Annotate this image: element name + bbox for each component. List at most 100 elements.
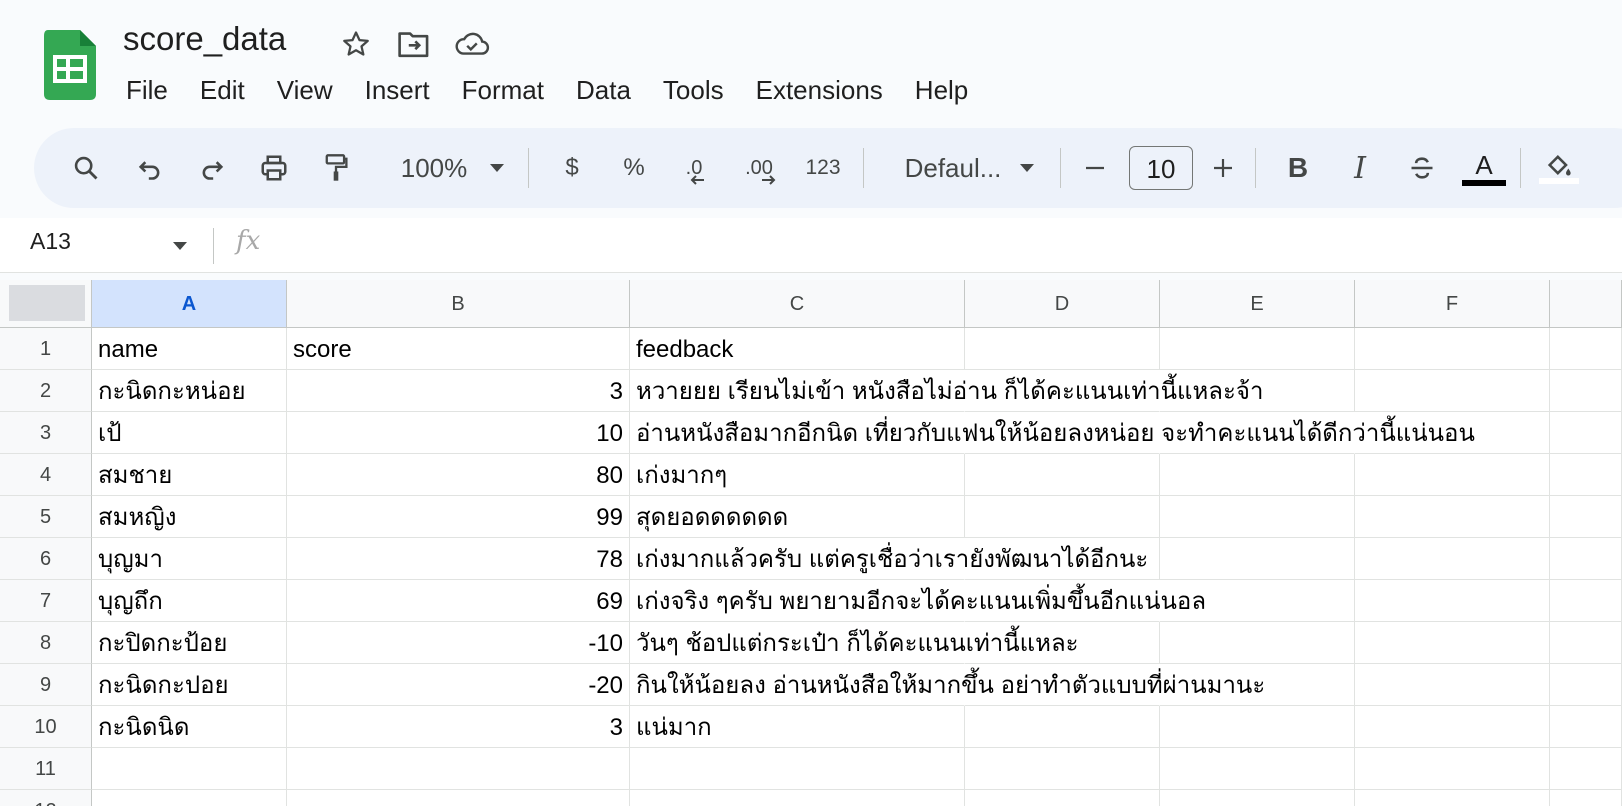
cell-c[interactable] (630, 748, 965, 790)
cell-a[interactable]: สมหญิง (92, 496, 287, 538)
cell-d[interactable] (965, 790, 1160, 806)
cell-e[interactable] (1160, 706, 1355, 748)
italic-button[interactable]: I (1340, 144, 1380, 192)
row-header[interactable]: 2 (0, 370, 92, 412)
row-header[interactable]: 1 (0, 328, 92, 370)
print-icon[interactable] (256, 144, 292, 192)
cell-d[interactable] (965, 496, 1160, 538)
menu-extensions[interactable]: Extensions (740, 72, 899, 108)
cell-c[interactable]: เก่งมากๆ (630, 454, 965, 496)
cell-c[interactable]: อ่านหนังสือมากอีกนิด เที่ยวกับแฟนให้น้อย… (630, 412, 1475, 454)
cell-a[interactable] (92, 790, 287, 806)
cell-g[interactable] (1550, 328, 1622, 370)
font-size-input[interactable]: 10 (1129, 146, 1193, 190)
cell-d[interactable] (965, 454, 1160, 496)
row-header[interactable]: 11 (0, 748, 92, 790)
cell-a[interactable]: กะนิดนิด (92, 706, 287, 748)
row-header[interactable]: 8 (0, 622, 92, 664)
row-header[interactable]: 3 (0, 412, 92, 454)
column-header-a[interactable]: A (92, 280, 287, 328)
cell-f[interactable] (1355, 538, 1550, 580)
cell-f[interactable] (1355, 706, 1550, 748)
more-formats-button[interactable]: 123 (797, 144, 849, 192)
decrease-font-size-button[interactable] (1077, 144, 1113, 192)
cell-b[interactable]: -20 (287, 664, 630, 706)
cell-e[interactable] (1160, 790, 1355, 806)
menu-format[interactable]: Format (446, 72, 560, 108)
row-header[interactable]: 9 (0, 664, 92, 706)
move-to-folder-icon[interactable] (396, 26, 432, 62)
decrease-decimal-button[interactable]: .0 (669, 144, 719, 192)
cell-e[interactable] (1160, 454, 1355, 496)
row-header[interactable]: 4 (0, 454, 92, 496)
cell-f[interactable] (1355, 328, 1550, 370)
cell-g[interactable] (1550, 412, 1622, 454)
cell-b[interactable]: 10 (287, 412, 630, 454)
cell-c[interactable]: สุดยอดดดดดด (630, 496, 965, 538)
undo-icon[interactable] (132, 144, 168, 192)
cell-f[interactable] (1355, 664, 1550, 706)
cell-a[interactable]: กะปิดกะป้อย (92, 622, 287, 664)
cell-e[interactable] (1160, 538, 1355, 580)
cell-b[interactable]: 80 (287, 454, 630, 496)
menu-edit[interactable]: Edit (184, 72, 261, 108)
cell-c[interactable]: กินให้น้อยลง อ่านหนังสือให้มากขึ้น อย่าท… (630, 664, 1265, 706)
cell-f[interactable] (1355, 580, 1550, 622)
cell-b[interactable] (287, 790, 630, 806)
row-header[interactable]: 7 (0, 580, 92, 622)
search-icon[interactable] (68, 144, 104, 192)
column-header-b[interactable]: B (287, 280, 630, 328)
cell-a[interactable]: เป้ (92, 412, 287, 454)
increase-font-size-button[interactable] (1205, 144, 1241, 192)
percent-format-button[interactable]: % (609, 144, 659, 192)
cell-a[interactable]: กะนิดกะหน่อย (92, 370, 287, 412)
zoom-select[interactable]: 100% (388, 144, 518, 192)
column-header-e[interactable]: E (1160, 280, 1355, 328)
cell-d[interactable] (965, 706, 1160, 748)
increase-decimal-button[interactable]: .00 (731, 144, 787, 192)
cell-g[interactable] (1550, 664, 1622, 706)
column-header-f[interactable]: F (1355, 280, 1550, 328)
cell-g[interactable] (1550, 454, 1622, 496)
paint-format-icon[interactable] (318, 144, 354, 192)
menu-insert[interactable]: Insert (349, 72, 446, 108)
cell-d[interactable] (965, 748, 1160, 790)
cell-b[interactable]: -10 (287, 622, 630, 664)
menu-data[interactable]: Data (560, 72, 647, 108)
cell-a[interactable]: สมชาย (92, 454, 287, 496)
cell-f[interactable] (1355, 496, 1550, 538)
cell-a[interactable]: name (92, 328, 287, 370)
cell-c[interactable]: วันๆ ช้อปแต่กระเป๋า ก็ได้คะแนนเท่านี้แหล… (630, 622, 1079, 664)
cell-f[interactable] (1355, 790, 1550, 806)
cell-b[interactable]: 78 (287, 538, 630, 580)
cell-f[interactable] (1355, 622, 1550, 664)
cell-b[interactable]: 69 (287, 580, 630, 622)
cell-a[interactable]: บุญถึก (92, 580, 287, 622)
column-header-c[interactable]: C (630, 280, 965, 328)
cell-e[interactable] (1160, 496, 1355, 538)
cell-b[interactable]: 3 (287, 706, 630, 748)
cell-a[interactable] (92, 748, 287, 790)
chevron-down-icon[interactable] (172, 238, 188, 256)
cell-b[interactable]: 3 (287, 370, 630, 412)
cell-c[interactable]: หวายยย เรียนไม่เข้า หนังสือไม่อ่าน ก็ได้… (630, 370, 1263, 412)
column-header-g[interactable] (1550, 280, 1622, 328)
cell-c[interactable]: เก่งจริง ๆครับ พยายามอีกจะได้คะแนนเพิ่มข… (630, 580, 1206, 622)
row-header[interactable]: 5 (0, 496, 92, 538)
column-header-d[interactable]: D (965, 280, 1160, 328)
cell-c[interactable]: แน่มาก (630, 706, 965, 748)
cell-b[interactable] (287, 748, 630, 790)
cell-c[interactable] (630, 790, 965, 806)
cell-f[interactable] (1355, 370, 1550, 412)
cell-c[interactable]: feedback (630, 328, 965, 370)
row-header[interactable]: 10 (0, 706, 92, 748)
cell-a[interactable]: กะนิดกะปอย (92, 664, 287, 706)
sheets-logo-icon[interactable] (44, 30, 96, 100)
cell-g[interactable] (1550, 538, 1622, 580)
font-family-select[interactable]: Defaul... (890, 144, 1050, 192)
name-box[interactable]: A13 (30, 228, 71, 255)
cell-b[interactable]: 99 (287, 496, 630, 538)
cell-e[interactable] (1160, 748, 1355, 790)
cell-b[interactable]: score (287, 328, 630, 370)
document-title[interactable]: score_data (123, 20, 286, 58)
